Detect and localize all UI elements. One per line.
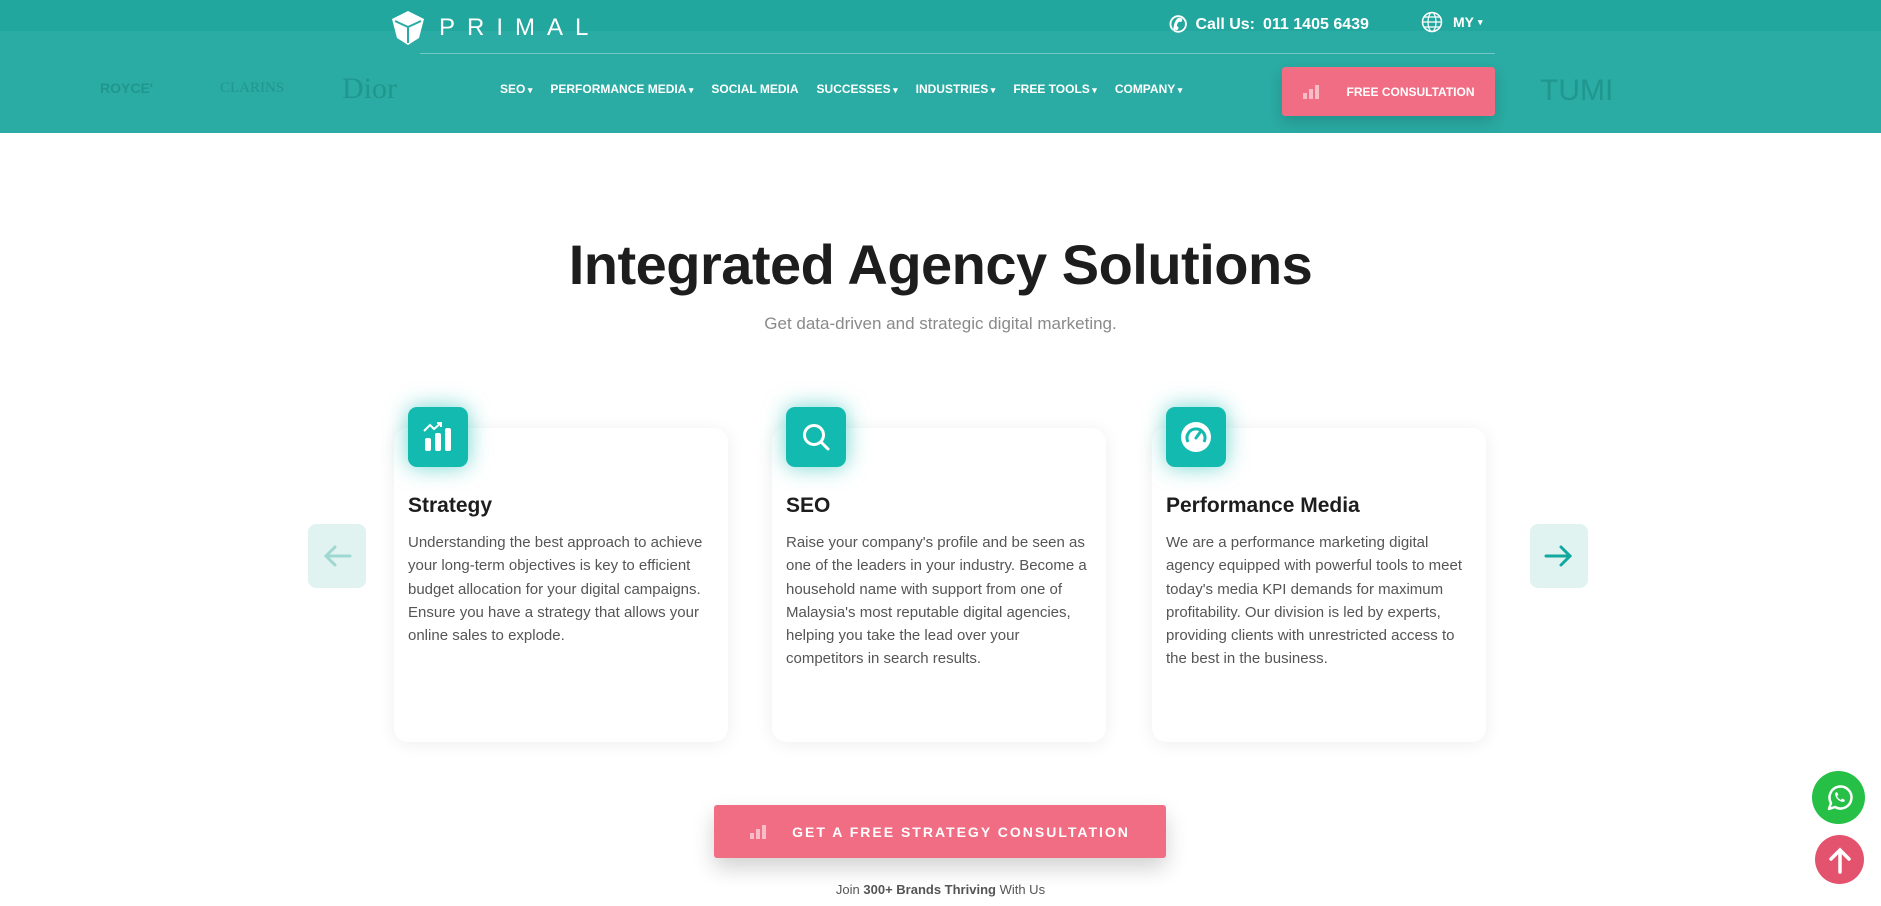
top-band [0,0,1881,31]
free-strategy-consultation-button[interactable]: GET A FREE STRATEGY CONSULTATION [714,805,1166,858]
site-header: ROYCE' CLARINS Dior TUMI PRIMAL ✆ Call U… [0,0,1881,133]
call-us[interactable]: ✆ Call Us: 011 1405 6439 [1169,12,1369,38]
service-card-performance-media[interactable]: Performance Media We are a performance m… [1152,407,1486,742]
phone-icon: ✆ [1169,12,1188,37]
nav-free-tools[interactable]: FREE TOOLS [1013,82,1096,96]
arrow-right-icon [1544,545,1573,567]
scroll-to-top-button[interactable] [1815,835,1864,884]
arrow-left-icon [323,545,352,567]
page-subtitle: Get data-driven and strategic digital ma… [764,314,1117,333]
chevron-down-icon: ▾ [1478,16,1483,27]
primal-logo[interactable]: PRIMAL [391,10,600,46]
carousel-next-button[interactable] [1530,524,1588,588]
card-title: SEO [786,494,831,517]
nav-performance-media[interactable]: PERFORMANCE MEDIA [550,82,693,96]
carousel-prev-button[interactable] [308,524,366,588]
arrow-up-icon [1828,847,1851,874]
whatsapp-button[interactable] [1812,771,1865,824]
card-title: Strategy [408,494,493,517]
page-title: Integrated Agency Solutions [568,233,1313,296]
main-nav: SEO PERFORMANCE MEDIA SOCIAL MEDIA SUCCE… [500,82,1182,96]
search-icon [786,407,846,467]
nav-industries[interactable]: INDUSTRIES [916,82,996,96]
card-text: We are a performance marketing digital a… [1166,534,1463,668]
service-card-strategy[interactable]: Strategy Understanding the best approach… [394,407,728,742]
logo-icon [392,11,424,45]
nav-seo[interactable]: SEO [500,82,532,96]
speedometer-icon [1166,407,1226,467]
bar-chart-icon [1302,84,1319,99]
phone-number[interactable]: 011 1405 6439 [1263,16,1369,34]
nav-social-media[interactable]: SOCIAL MEDIA [711,82,798,96]
brands-tagline: Join 300+ Brands Thriving With Us [0,882,1881,897]
call-label: Call Us: [1195,16,1256,33]
tagline-bold: 300+ Brands Thriving [863,882,996,897]
nav-company[interactable]: COMPANY [1115,82,1182,96]
whatsapp-icon [1827,784,1853,810]
bg-brand-logo: CLARINS [220,80,285,96]
globe-icon [1421,11,1443,33]
chart-icon [408,407,468,467]
language-selector[interactable]: MY ▾ [1421,11,1483,33]
bg-brand-logo: Dior [342,72,397,105]
nav-successes[interactable]: SUCCESSES [817,82,898,96]
bg-brand-logo: ROYCE' [100,80,154,96]
card-title: Performance Media [1166,494,1360,517]
card-text: Raise your company's profile and be seen… [786,534,1087,668]
card-text: Understanding the best approach to achie… [408,534,703,645]
bar-chart-icon [750,824,767,839]
free-consultation-button[interactable]: FREE CONSULTATION [1282,67,1495,116]
tagline-pre: Join [835,882,864,897]
bg-brand-logo: TUMI [1540,74,1614,107]
cta-label: GET A FREE STRATEGY CONSULTATION [792,823,1130,840]
tagline-post: With Us [995,882,1046,897]
free-consultation-label: FREE CONSULTATION [1346,84,1475,99]
service-card-seo[interactable]: SEO Raise your company's profile and be … [772,407,1106,742]
language-label: MY [1453,14,1474,30]
logo-text: PRIMAL [439,14,601,41]
header-divider [420,53,1495,54]
